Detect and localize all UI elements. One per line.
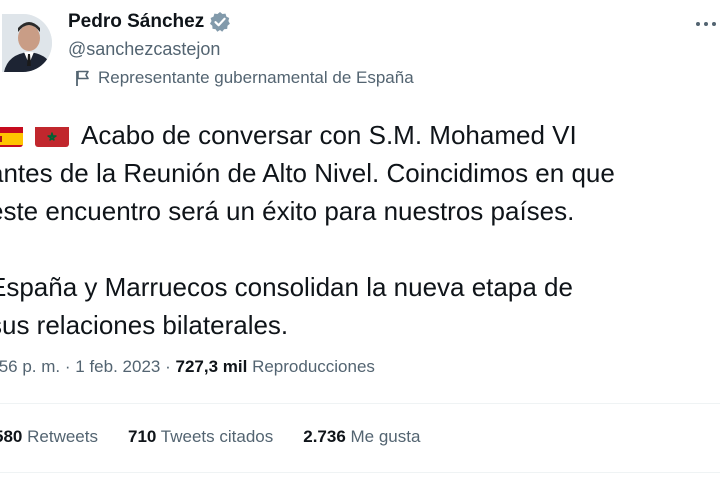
retweets-label: Retweets — [27, 427, 98, 446]
flag-icon — [74, 69, 92, 87]
tweet-line: sus relaciones bilaterales. — [0, 310, 289, 340]
likes-count: 2.736 — [303, 427, 346, 446]
likes-stat[interactable]: 2.736 Me gusta — [303, 427, 420, 447]
tweet-line-text: Acabo de conversar con S.M. Mohamed VI — [81, 120, 577, 150]
tweet-date[interactable]: 1 feb. 2023 — [75, 357, 160, 376]
tweet-stats: 580 Retweets 710 Tweets citados 2.736 Me… — [0, 427, 450, 447]
retweets-stat[interactable]: 580 Retweets — [0, 427, 98, 447]
avatar[interactable] — [2, 14, 52, 72]
tweet-line: antes de la Reunión de Alto Nivel. Coinc… — [0, 158, 615, 188]
tweet-line: Acabo de conversar con S.M. Mohamed VI — [0, 116, 720, 154]
views-label: Reproducciones — [252, 357, 375, 376]
government-label[interactable]: Representante gubernamental de España — [98, 68, 414, 88]
quotes-count: 710 — [127, 427, 157, 446]
morocco-flag-icon — [35, 123, 69, 147]
government-label-row: Representante gubernamental de España — [74, 68, 414, 88]
tweet-header: Pedro Sánchez @sanchezcastejon Represent… — [0, 0, 720, 100]
author-name[interactable]: Pedro Sánchez — [68, 11, 204, 33]
divider — [0, 403, 720, 404]
tweet-text: Acabo de conversar con S.M. Mohamed VI a… — [0, 116, 720, 344]
author-handle[interactable]: @sanchezcastejon — [68, 39, 220, 60]
tweet-meta: :56 p. m. · 1 feb. 2023 · 727,3 mil Repr… — [0, 357, 375, 377]
separator: · — [165, 357, 171, 376]
likes-label: Me gusta — [350, 427, 421, 446]
quotes-label: Tweets citados — [160, 427, 274, 446]
tweet-time[interactable]: :56 p. m. — [0, 357, 60, 376]
more-options-icon[interactable] — [692, 10, 720, 38]
divider — [0, 472, 720, 473]
quotes-stat[interactable]: 710 Tweets citados — [128, 427, 273, 447]
spain-flag-icon — [0, 123, 23, 147]
name-row: Pedro Sánchez — [68, 11, 231, 33]
verified-badge-icon — [209, 11, 231, 33]
tweet-line: España y Marruecos consolidan la nueva e… — [0, 272, 573, 302]
tweet-line: este encuentro será un éxito para nuestr… — [0, 196, 575, 226]
views-count: 727,3 mil — [175, 357, 248, 376]
separator: · — [64, 357, 71, 376]
avatar-image — [2, 14, 52, 72]
retweets-count: 580 — [0, 427, 23, 446]
